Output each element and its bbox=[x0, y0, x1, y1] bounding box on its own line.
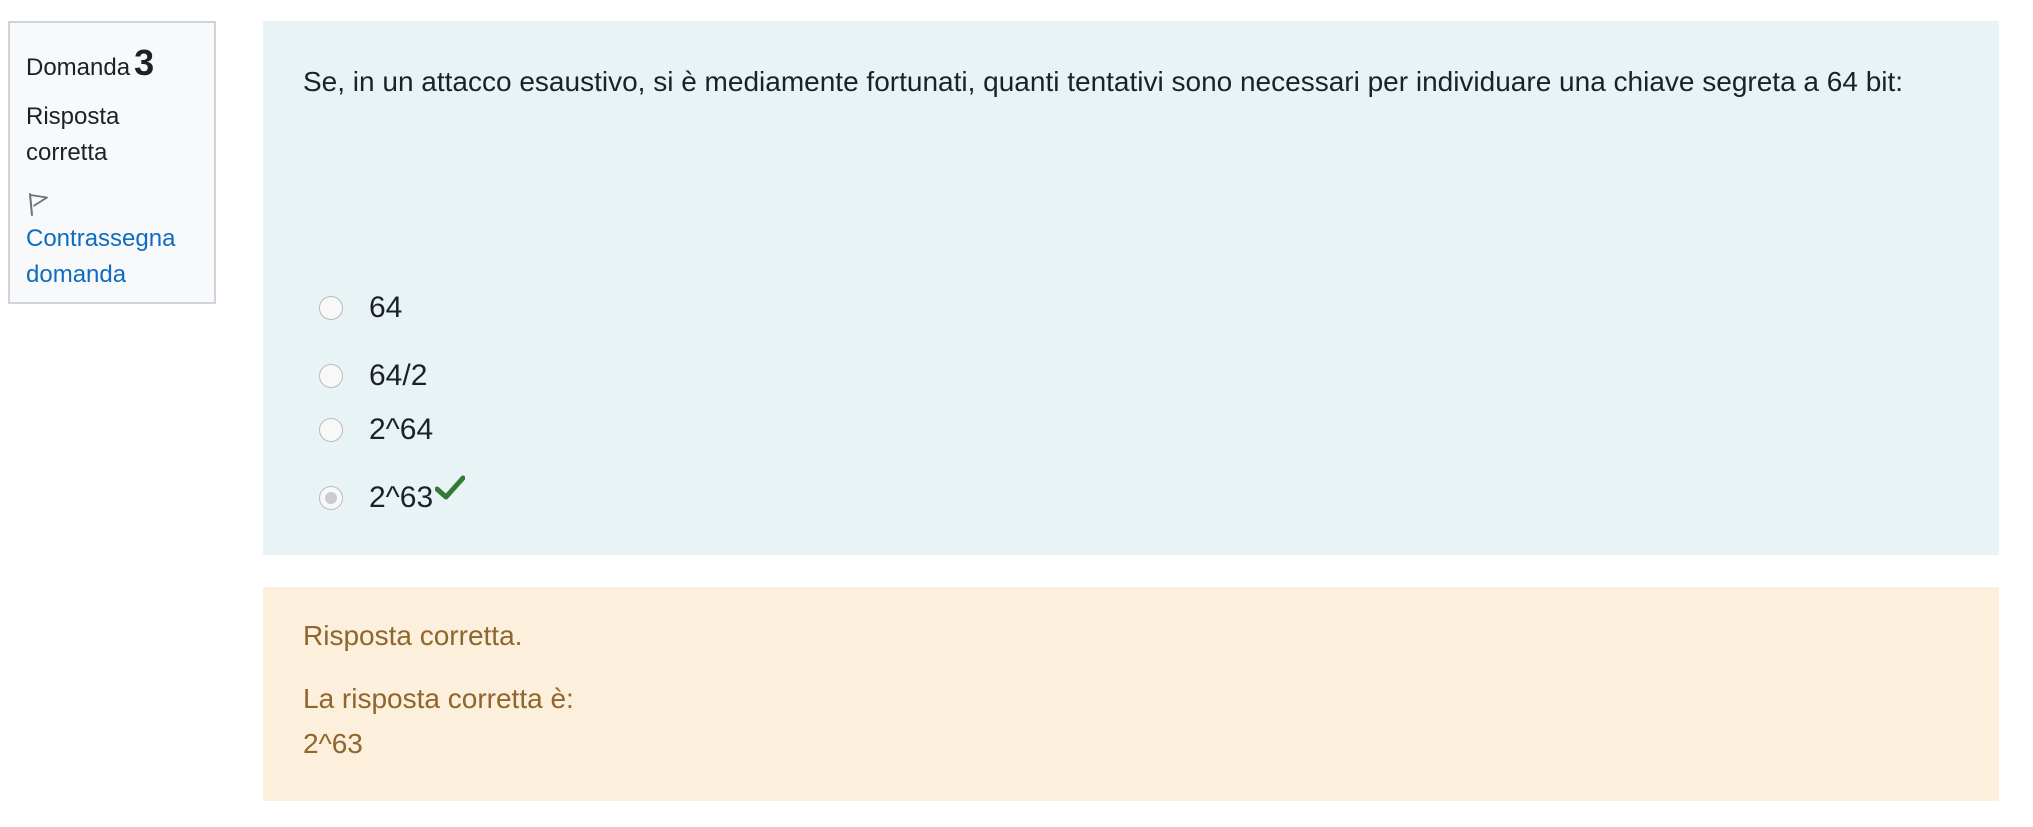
answer-label: 2^63 bbox=[369, 481, 434, 514]
question-label: Domanda bbox=[26, 54, 131, 81]
answer-label: 64/2 bbox=[369, 359, 428, 392]
right-answer-feedback: La risposta corretta è: 2^63 bbox=[303, 676, 574, 766]
answer-option-selected[interactable]: 2^63 bbox=[319, 475, 466, 518]
checkmark-icon bbox=[435, 475, 466, 500]
question-info-box: Domanda 3 Risposta corretta Contrassegna … bbox=[8, 21, 216, 304]
answer-radio-selected[interactable] bbox=[319, 486, 343, 510]
flag-question-link[interactable]: Contrassegna domanda bbox=[26, 221, 200, 293]
question-panel: Se, in un attacco esaustivo, si è mediam… bbox=[263, 21, 1999, 555]
answer-radio[interactable] bbox=[319, 364, 343, 388]
answer-option[interactable]: 64 bbox=[319, 288, 402, 328]
question-text: Se, in un attacco esaustivo, si è mediam… bbox=[303, 66, 1904, 97]
flag-outline-icon[interactable] bbox=[26, 191, 50, 217]
answer-label: 2^64 bbox=[369, 413, 434, 446]
right-answer-prefix: La risposta corretta è: bbox=[303, 683, 574, 714]
question-number: 3 bbox=[134, 42, 155, 83]
answer-option[interactable]: 2^64 bbox=[319, 410, 433, 450]
answer-radio[interactable] bbox=[319, 296, 343, 320]
question-number-heading: Domanda 3 bbox=[26, 45, 200, 81]
answer-option[interactable]: 64/2 bbox=[319, 356, 427, 396]
right-answer-value: 2^63 bbox=[303, 728, 363, 759]
question-state: Risposta corretta bbox=[26, 103, 120, 166]
general-feedback: Risposta corretta. bbox=[303, 620, 523, 651]
answer-radio[interactable] bbox=[319, 418, 343, 442]
feedback-panel: Risposta corretta. La risposta corretta … bbox=[263, 587, 1999, 801]
answer-label: 64 bbox=[369, 291, 403, 324]
